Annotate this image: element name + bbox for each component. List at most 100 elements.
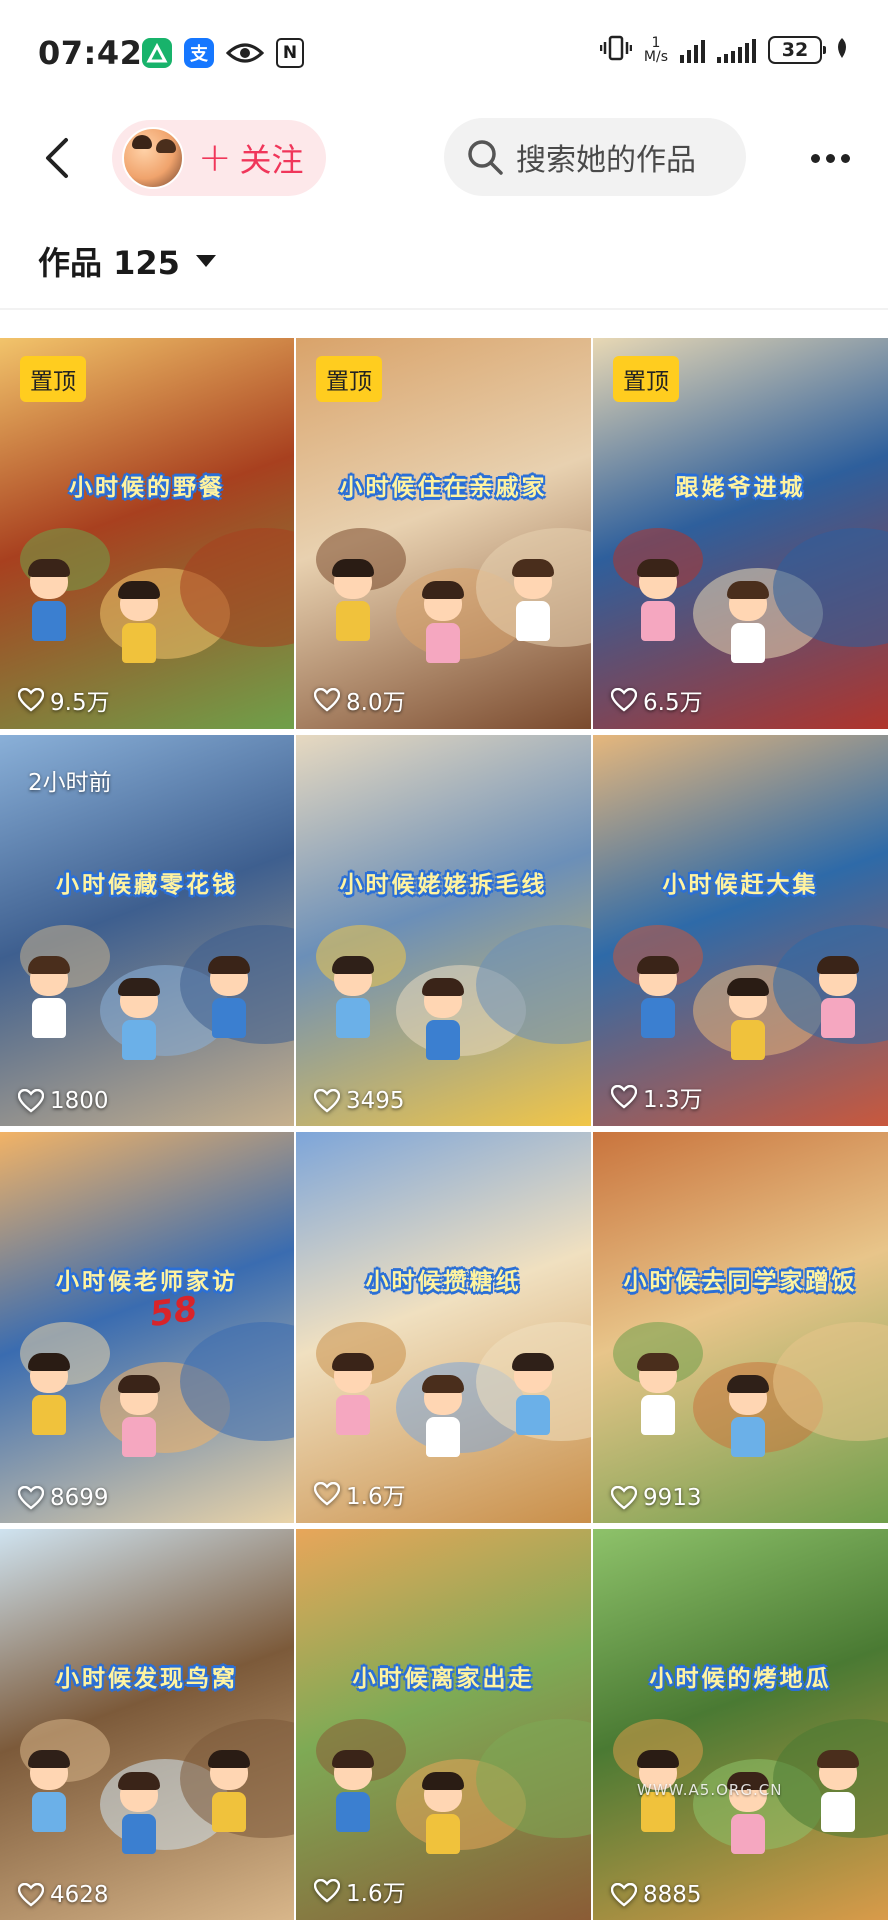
like-count: 1800 [18, 1088, 109, 1114]
cartoon-child [118, 1375, 160, 1457]
video-tile[interactable]: 小时候姥姥拆毛线 3495 [296, 735, 591, 1126]
cartoon-child [118, 978, 160, 1060]
video-title: 小时候去同学家蹭饭 [623, 1269, 858, 1295]
heart-icon [18, 1883, 44, 1907]
cartoon-child [817, 1750, 859, 1832]
like-count: 1.6万 [314, 1477, 406, 1511]
works-filter-dropdown[interactable]: 作品 125 [38, 238, 216, 284]
cartoon-child [422, 581, 464, 663]
video-tile[interactable]: 小时候离家出走 1.6万 [296, 1529, 591, 1920]
status-right: 1 M/s 32 [599, 34, 850, 66]
pinned-badge: 置顶 [316, 356, 382, 402]
video-title: 跟姥爷进城 [675, 475, 806, 501]
heart-icon [18, 688, 44, 712]
signal-icon-2 [717, 37, 756, 63]
leaf-icon [834, 36, 850, 64]
video-tile[interactable]: 置顶小时候的野餐 9.5万 [0, 338, 294, 729]
like-count-value: 9913 [643, 1485, 702, 1511]
like-count-value: 1.3万 [643, 1087, 703, 1113]
video-tile[interactable]: 小时候发现鸟窝 4628 [0, 1529, 294, 1920]
profile-header: + 关注 搜索她的作品 [0, 108, 888, 208]
eye-icon [226, 38, 264, 68]
follow-label: 关注 [239, 141, 304, 179]
dot-icon [825, 153, 835, 163]
pinned-badge: 置顶 [20, 356, 86, 402]
alipay-icon: 支 [184, 38, 214, 68]
more-menu-button[interactable] [800, 136, 860, 180]
watermark-text: WWW.A5.ORG.CN [637, 1781, 783, 1799]
cartoon-child [512, 559, 554, 641]
video-title: 小时候姥姥拆毛线 [339, 872, 548, 898]
video-tile[interactable]: WWW.A5.ORG.CN 小时候的烤地瓜 8885 [593, 1529, 888, 1920]
cartoon-child [332, 559, 374, 641]
network-speed: 1 M/s [644, 36, 668, 64]
heart-icon [18, 1089, 44, 1113]
like-count-value: 8699 [50, 1485, 109, 1511]
status-bar: 07:42 支 N 1 M/s 32 [0, 0, 888, 104]
cartoon-child [727, 581, 769, 663]
video-thumbnail [296, 1132, 591, 1523]
network-speed-unit: M/s [643, 49, 668, 65]
like-count-value: 8885 [643, 1882, 702, 1908]
video-tile[interactable]: 小时候去同学家蹭饭 9913 [593, 1132, 888, 1523]
video-title: 小时候住在亲戚家 [339, 475, 548, 501]
like-count: 9.5万 [18, 683, 110, 717]
like-count-value: 8.0万 [346, 690, 406, 716]
video-tile[interactable]: 小时候攒糖纸 1.6万 [296, 1132, 591, 1523]
video-thumbnail [593, 1529, 888, 1920]
posted-time: 2小时前 [28, 770, 112, 796]
like-count: 9913 [611, 1485, 702, 1511]
like-count: 6.5万 [611, 683, 703, 717]
dot-icon [840, 153, 850, 163]
battery-level: 32 [781, 39, 809, 61]
like-count: 8699 [18, 1485, 109, 1511]
cartoon-child [332, 1353, 374, 1435]
search-placeholder: 搜索她的作品 [516, 143, 696, 178]
app-icon-green [142, 38, 172, 68]
heart-icon [314, 1879, 340, 1903]
video-tile[interactable]: 置顶跟姥爷进城 6.5万 [593, 338, 888, 729]
like-count-value: 6.5万 [643, 690, 703, 716]
like-count: 4628 [18, 1882, 109, 1908]
heart-icon [314, 1089, 340, 1113]
cartoon-child [637, 956, 679, 1038]
heart-icon [611, 1883, 637, 1907]
heart-icon [611, 688, 637, 712]
caret-down-icon [195, 255, 216, 267]
back-button[interactable] [30, 130, 84, 186]
heart-icon [611, 1085, 637, 1109]
divider [0, 308, 888, 310]
cartoon-child [118, 1772, 160, 1854]
video-thumbnail [593, 1132, 888, 1523]
status-app-icons: 支 N [142, 38, 304, 68]
video-tile[interactable]: 小时候赶大集 1.3万 [593, 735, 888, 1126]
avatar[interactable] [122, 127, 184, 189]
dot-icon [810, 153, 820, 163]
video-title: 小时候老师家访 [56, 1269, 238, 1295]
like-count: 8.0万 [314, 683, 406, 717]
video-tile[interactable]: 2小时前 小时候藏零花钱 1800 [0, 735, 294, 1126]
like-count-value: 3495 [346, 1088, 405, 1114]
cartoon-child [28, 559, 70, 641]
like-count-value: 4628 [50, 1882, 109, 1908]
heart-icon [18, 1486, 44, 1510]
video-title: 小时候攒糖纸 [365, 1269, 522, 1295]
like-count: 8885 [611, 1882, 702, 1908]
follow-button[interactable]: + 关注 [112, 120, 326, 196]
pinned-badge: 置顶 [613, 356, 679, 402]
like-count-value: 1.6万 [346, 1484, 406, 1510]
vibrate-icon [599, 34, 633, 66]
video-title: 小时候赶大集 [662, 872, 819, 898]
like-count: 1.6万 [314, 1874, 406, 1908]
battery-icon: 32 [768, 36, 826, 64]
video-tile[interactable]: 58 小时候老师家访 8699 [0, 1132, 294, 1523]
heart-icon [314, 688, 340, 712]
video-tile[interactable]: 置顶小时候住在亲戚家 8.0万 [296, 338, 591, 729]
cartoon-child [28, 956, 70, 1038]
video-thumbnail [0, 1132, 294, 1523]
video-thumbnail [0, 1529, 294, 1920]
video-title: 小时候的野餐 [69, 475, 225, 501]
status-time: 07:42 [38, 34, 143, 72]
search-input[interactable]: 搜索她的作品 [444, 118, 746, 196]
cartoon-child [208, 1750, 250, 1832]
